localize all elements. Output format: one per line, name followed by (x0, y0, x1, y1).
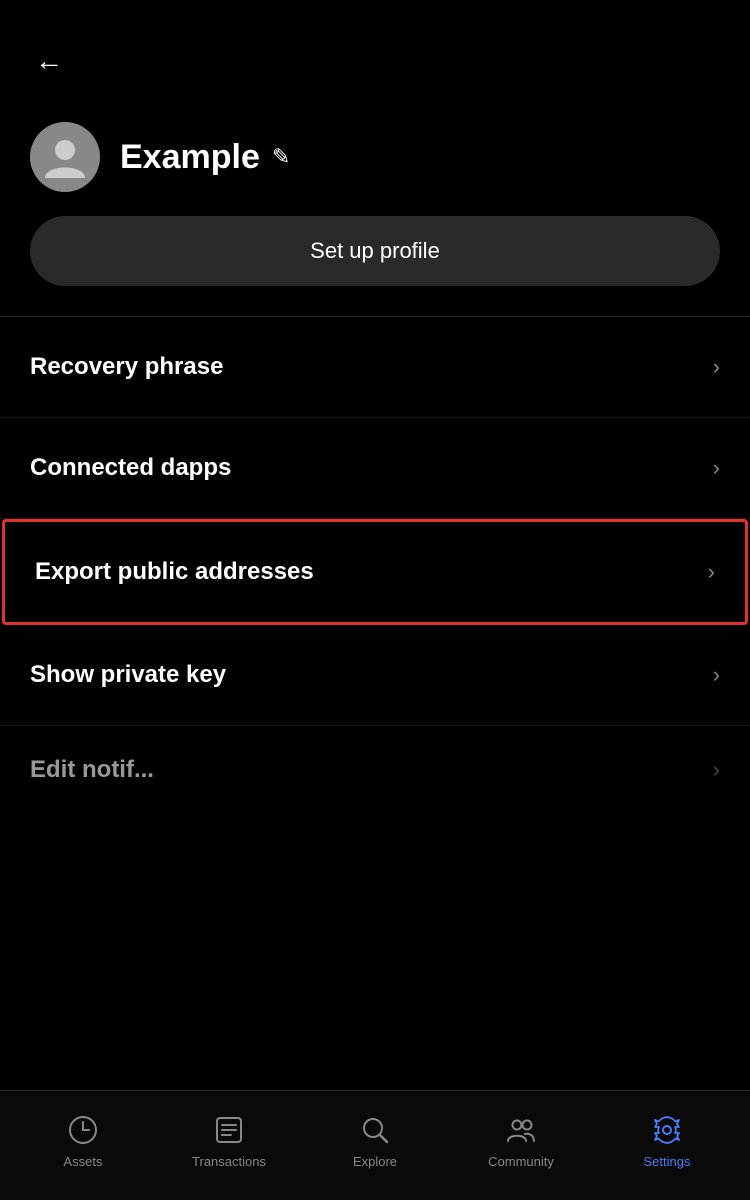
chevron-icon: › (713, 455, 720, 481)
bottom-nav: Assets Transactions Explore (0, 1090, 750, 1200)
setup-profile-button[interactable]: Set up profile (30, 216, 720, 286)
settings-icon (649, 1112, 685, 1148)
avatar-icon (40, 132, 90, 182)
menu-list: Recovery phrase › Connected dapps › Expo… (0, 317, 750, 1090)
menu-item-connected-dapps[interactable]: Connected dapps › (0, 418, 750, 519)
chevron-icon: › (708, 559, 715, 585)
menu-item-partial[interactable]: Edit notif... › (0, 726, 750, 794)
explore-icon (357, 1112, 393, 1148)
nav-item-community[interactable]: Community (448, 1112, 594, 1169)
nav-item-explore[interactable]: Explore (302, 1112, 448, 1169)
profile-name-row: Example ✎ (120, 138, 290, 177)
nav-label-transactions: Transactions (192, 1154, 266, 1169)
nav-label-community: Community (488, 1154, 554, 1169)
menu-item-label: Export public addresses (35, 558, 314, 586)
transactions-icon (211, 1112, 247, 1148)
chevron-icon: › (713, 354, 720, 380)
nav-label-assets: Assets (63, 1154, 102, 1169)
profile-name: Example (120, 138, 260, 177)
screen: ← Example ✎ Set up profile Recovery phra… (0, 0, 750, 1200)
nav-item-assets[interactable]: Assets (10, 1112, 156, 1169)
menu-item-label: Recovery phrase (30, 353, 223, 381)
chevron-icon: › (713, 662, 720, 688)
assets-icon (65, 1112, 101, 1148)
menu-item-recovery-phrase[interactable]: Recovery phrase › (0, 317, 750, 418)
nav-label-settings: Settings (644, 1154, 691, 1169)
menu-item-export-public-addresses[interactable]: Export public addresses › (2, 519, 748, 625)
profile-info: Example ✎ (30, 122, 720, 192)
profile-section: Example ✎ Set up profile (0, 102, 750, 316)
back-button[interactable]: ← (30, 40, 68, 82)
nav-label-explore: Explore (353, 1154, 397, 1169)
header: ← (0, 0, 750, 102)
edit-icon[interactable]: ✎ (272, 144, 290, 170)
menu-item-show-private-key[interactable]: Show private key › (0, 625, 750, 726)
menu-item-label: Show private key (30, 661, 226, 689)
nav-item-transactions[interactable]: Transactions (156, 1112, 302, 1169)
community-icon (503, 1112, 539, 1148)
nav-item-settings[interactable]: Settings (594, 1112, 740, 1169)
partial-item-label: Edit notif... (30, 756, 154, 784)
avatar (30, 122, 100, 192)
menu-item-label: Connected dapps (30, 454, 231, 482)
chevron-icon: › (713, 757, 720, 783)
